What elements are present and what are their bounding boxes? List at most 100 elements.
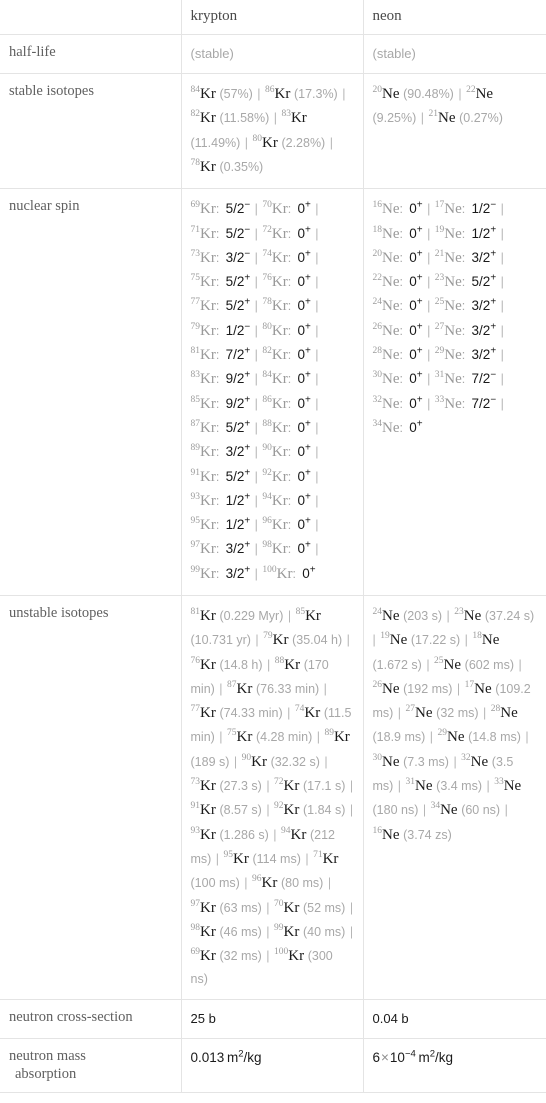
spin-colon: : [287,518,298,533]
isotope-entry: 95Kr (114 ms) [224,850,301,867]
isotope-mass-number: 22 [372,273,383,284]
list-separator: | [419,803,430,818]
isotope-symbol: 77Kr [190,297,216,315]
list-separator: | [497,348,504,363]
list-separator: | [311,469,319,484]
isotope-mass-number: 76 [190,655,201,666]
isotope-symbol: 74Kr [294,704,321,722]
spin-value: 3/2+ [471,248,497,265]
isotope-mass-number: 31 [405,777,416,788]
isotope-mass-number: 75 [227,728,237,739]
spin-value: 0+ [297,491,311,508]
spin-value: 0+ [297,248,311,265]
nuclear-spin-list-neon: 16Ne: 0+ | 17Ne: 1/2− | 18Ne: 0+ | 19Ne:… [373,197,538,440]
isotope-mass-number: 34 [372,418,383,429]
spin-colon: : [287,275,298,290]
list-separator: | [423,226,434,241]
list-separator: | [262,949,274,964]
nuclear-spin-entry: 84Kr: 0+ [262,370,310,387]
isotope-symbol: 32Ne [372,394,400,412]
isotope-mass-number: 77 [190,297,201,308]
spin-colon: : [399,226,410,241]
nuclear-spin-entry: 19Ne: 1/2+ [435,224,497,242]
spin-value: 0+ [297,345,311,363]
list-separator: | [394,779,405,794]
nuclear-spin-entry: 79Kr: 1/2− [191,321,251,339]
nuclear-spin-entry: 16Ne: 0+ [373,200,423,217]
isotope-entry: 69Kr (32 ms) [191,947,262,964]
isotope-entry: 73Kr (27.3 s) [190,777,262,795]
list-separator: | [311,518,319,533]
isotope-mass-number: 98 [262,540,272,551]
isotope-symbol: 73Kr [190,777,216,795]
nuclear-spin-entry: 87Kr: 5/2+ [190,418,251,436]
spin-colon: : [461,348,472,363]
nuclear-spin-entry: 33Ne: 7/2− [435,394,497,412]
isotope-quantity: (180 ns) [372,803,419,818]
spin-value: 7/2− [471,394,497,411]
list-separator: | [283,706,294,721]
isotope-symbol: 27Ne [434,321,462,339]
isotope-quantity: (80 ms) [280,876,324,891]
isotope-symbol: 72Kr [262,224,288,242]
isotope-entry: 25Ne (602 ms) [434,656,514,673]
isotope-quantity: (0.27%) [459,111,503,126]
isotope-mass-number: 32 [461,752,471,763]
isotope-quantity: (3.74 zs) [403,827,452,842]
spin-value: 9/2+ [225,394,251,411]
nuclear-spin-entry: 75Kr: 5/2+ [191,273,251,290]
isotope-symbol: 25Ne [434,297,462,315]
nuclear-spin-entry: 31Ne: 7/2− [435,370,496,387]
spin-value: 1/2+ [471,224,497,241]
isotope-symbol: 92Kr [274,801,300,819]
list-separator: | [453,681,464,696]
isotope-symbol: 29Ne [437,728,465,746]
spin-colon: : [215,202,226,217]
spin-parity: + [304,345,311,357]
spin-value: 0+ [409,272,423,290]
isotope-list-krypton: 81Kr (0.229 Myr) | 85Kr (10.731 yr) | 79… [191,604,354,990]
isotope-entry: 96Kr (80 ms) [252,875,324,892]
isotope-mass-number: 32 [372,394,383,405]
nuclear-spin-entry: 91Kr: 5/2+ [191,468,251,485]
isotope-mass-number: 90 [262,443,272,454]
isotope-symbol: 93Kr [190,825,216,843]
isotope-entry: 72Kr (17.1 s) [274,777,345,794]
isotope-mass-number: 34 [430,801,441,812]
isotope-mass-number: 26 [372,321,383,332]
spin-parity: + [416,224,423,236]
isotope-mass-number: 27 [405,704,416,715]
nuclear-spin-entry: 20Ne: 0+ [373,249,423,266]
isotope-entry: 82Kr (11.58%) [191,110,270,127]
list-separator: | [251,348,262,363]
nuclear-spin-entry: 81Kr: 7/2+ [191,345,251,363]
isotope-quantity: (90.48%) [403,87,454,102]
isotope-mass-number: 88 [262,418,272,429]
isotope-symbol: 91Kr [190,801,216,819]
isotope-mass-number: 30 [372,370,383,381]
isotope-quantity: (14.8 ms) [468,730,521,745]
isotope-entry: 76Kr (14.8 h) [190,655,263,673]
isotope-entry: 80Kr (2.28%) [253,134,326,151]
isotope-mass-number: 84 [262,370,272,381]
spin-value: 7/2+ [225,345,251,363]
isotope-symbol: 94Kr [262,491,288,509]
isotope-symbol: 77Kr [190,704,216,722]
isotope-mass-number: 97 [190,540,201,551]
isotope-quantity: (57%) [219,87,253,102]
isotope-symbol: 20Ne [372,85,400,103]
list-separator: | [311,250,319,265]
isotope-entry: 79Kr (35.04 h) [263,632,342,649]
nuclear-spin-entry: 94Kr: 0+ [262,491,311,509]
row-label: unstable isotopes [0,594,182,1000]
spin-value: 1/2− [225,321,251,338]
isotope-mass-number: 95 [190,516,201,527]
isotope-symbol: 87Kr [190,418,216,436]
isotope-mass-number: 91 [190,801,201,812]
list-separator: | [443,608,454,623]
list-separator: | [241,135,252,150]
list-separator: | [311,323,319,338]
list-separator: | [483,779,494,794]
table-row: stable isotopes 84Kr (57%) | 86Kr (17.3%)… [0,73,546,190]
isotope-symbol: 94Kr [281,825,307,843]
